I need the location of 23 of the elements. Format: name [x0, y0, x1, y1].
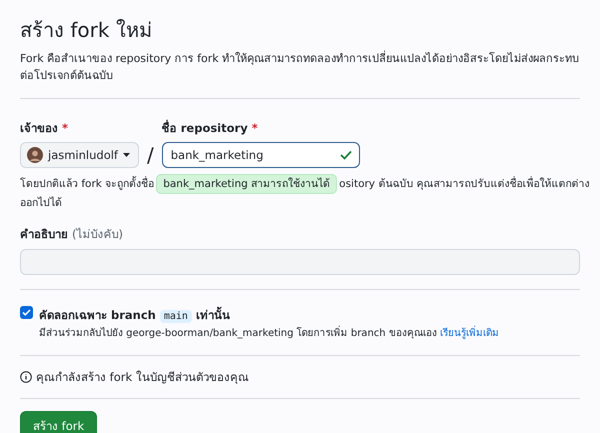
info-text: คุณกำลังสร้าง fork ในบัญชีส่วนตัวของคุณ — [36, 369, 249, 386]
path-separator: / — [146, 142, 154, 168]
learn-more-link[interactable]: เรียนรู้เพิ่มเติม — [440, 328, 499, 339]
check-icon — [340, 150, 352, 160]
name-hint: โดยปกติแล้ว fork จะถูกตั้งชื่อ — [20, 175, 154, 192]
caret-icon — [122, 153, 130, 157]
name-hint: ออกไปได้ — [20, 196, 62, 211]
contribute-note: มีส่วนร่วมกลับไปยัง george-boorman/bank_marketing โดยการเพิ่ม branch ของคุณเอง เรียนรู้เพิ่มเติม — [39, 327, 499, 341]
info-icon — [20, 371, 32, 383]
avatar-icon — [27, 147, 43, 163]
owner-label: เจ้าของ * — [20, 120, 70, 137]
page-title: สร้าง fork ใหม่ — [20, 17, 153, 44]
intro-text: Fork คือสำเนาของ repository การ fork ทำให้คุณสามารถทดลองทำการเปลี่ยนแปลงได้อย่างอิสระโดยไม่ส่งผลกระทบต่อโปรเจกต์ต้นฉบับ — [20, 50, 580, 84]
description-label: คำอธิบาย (ไม่บังคับ) — [20, 227, 123, 241]
repo-name-label: ชื่อ repository * — [162, 119, 259, 137]
name-hint: ository ต้นฉบับ คุณสามารถปรับแต่งชื่อเพื่อให้แตกต่าง — [339, 175, 590, 192]
description-field[interactable] — [20, 249, 580, 275]
owner-dropdown[interactable]: jasminludolf — [20, 142, 139, 168]
availability-tooltip: bank_marketing สามารถใช้งานได้ — [156, 174, 338, 194]
create-fork-button[interactable]: สร้าง fork — [20, 411, 98, 433]
repo-name-field[interactable]: bank_marketing — [162, 142, 360, 168]
checkbox-label: คัดลอกเฉพาะ branch main เท่านั้น — [39, 308, 230, 322]
checkbox[interactable] — [20, 306, 33, 319]
